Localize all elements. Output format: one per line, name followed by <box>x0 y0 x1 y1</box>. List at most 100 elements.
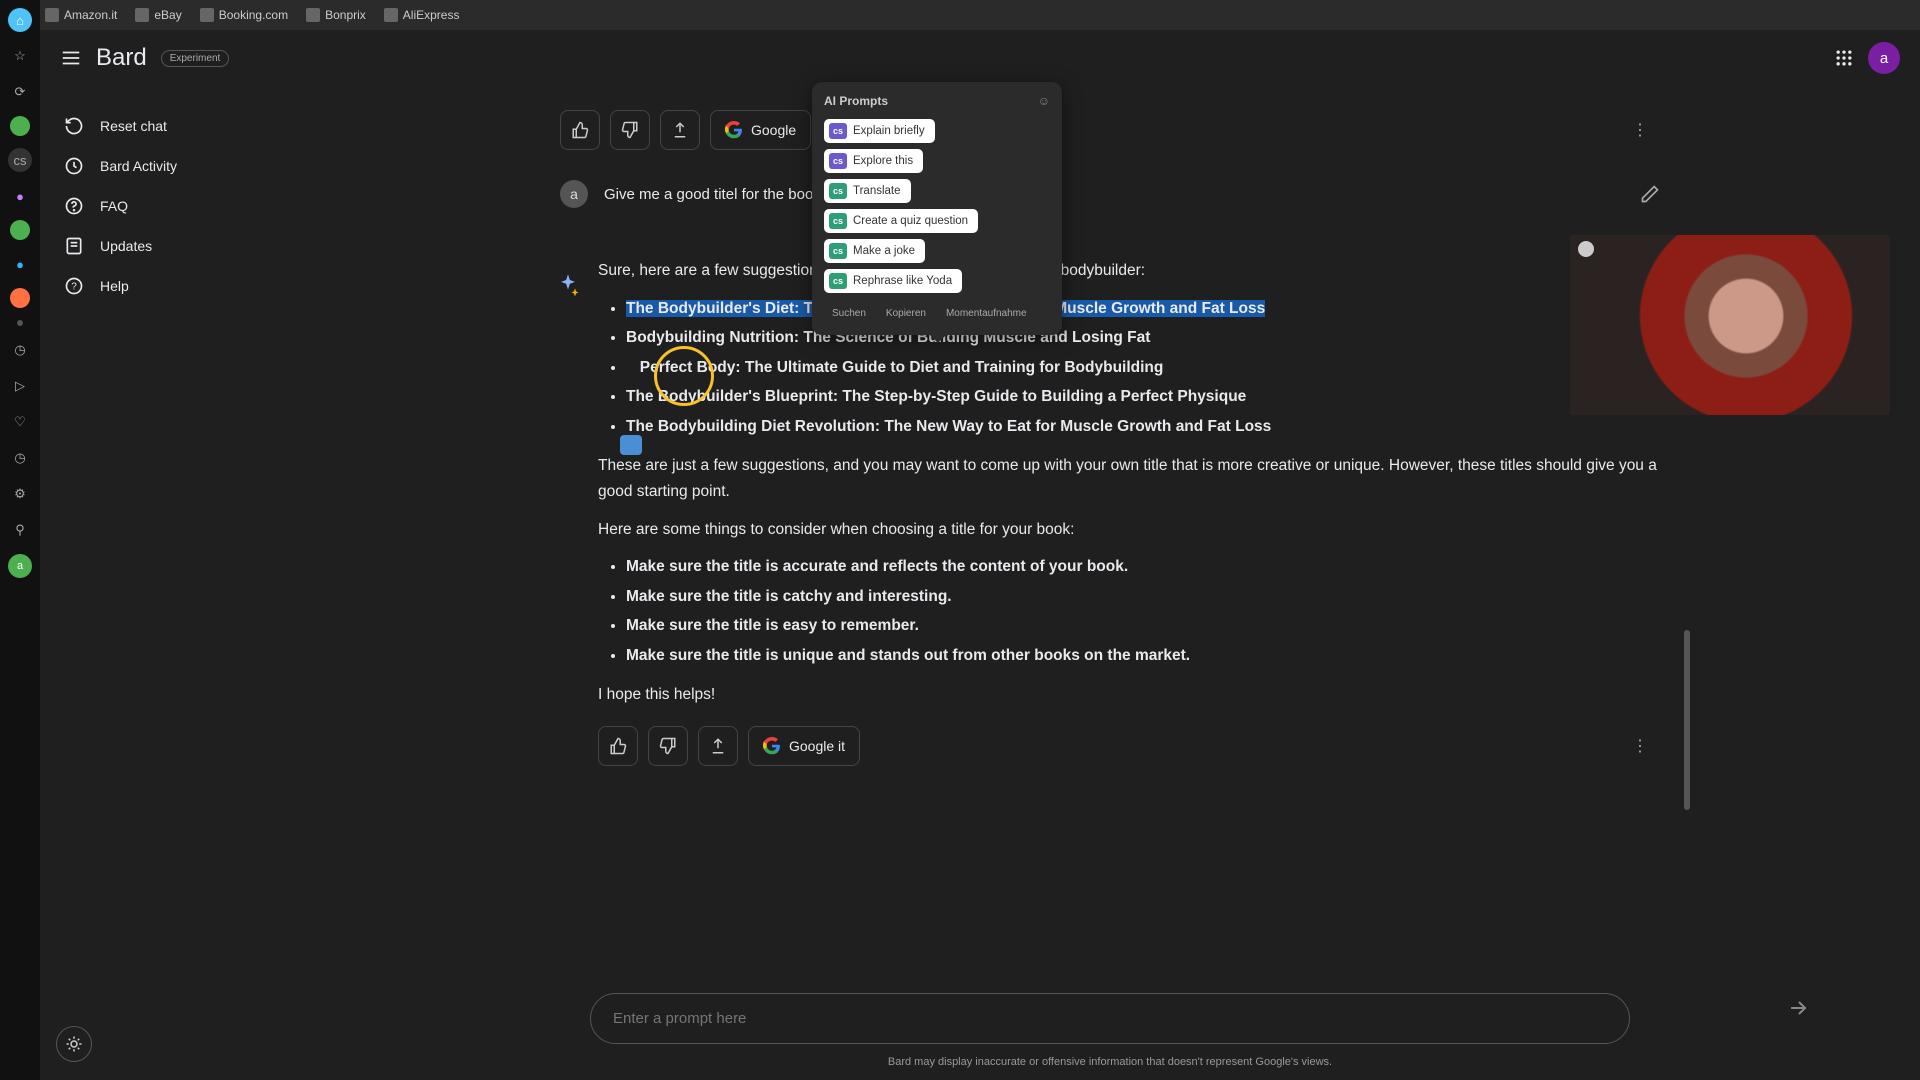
emoji-icon[interactable]: ☺ <box>1038 94 1050 108</box>
brand-name: Bard <box>96 44 147 72</box>
ai-prompt-item[interactable]: csRephrase like Yoda <box>824 269 962 293</box>
ai-prompt-item[interactable]: csExplore this <box>824 149 923 173</box>
experiment-badge: Experiment <box>161 50 230 67</box>
history-icon[interactable]: ◷ <box>8 446 32 470</box>
site-icon <box>45 8 59 22</box>
ai-prompt-footer-copy[interactable]: Kopieren <box>878 304 934 323</box>
prompt-input[interactable] <box>613 1010 1607 1027</box>
app-icon[interactable]: cs <box>8 148 32 172</box>
title-suggestions-list: The Bodybuilder's Diet: The Complete Gui… <box>626 296 1660 440</box>
ai-prompt-item[interactable]: csExplain briefly <box>824 119 935 143</box>
prompt-badge-icon: cs <box>829 243 847 259</box>
site-icon <box>306 8 320 22</box>
app-icon[interactable] <box>10 116 30 136</box>
sidebar-item-help[interactable]: ?Help <box>50 266 290 306</box>
prompt-badge-icon: cs <box>829 273 847 289</box>
google-logo-icon <box>725 121 743 139</box>
ai-prompt-item[interactable]: csCreate a quiz question <box>824 209 978 233</box>
prompt-badge-icon: cs <box>829 123 847 139</box>
site-icon <box>384 8 398 22</box>
clock-icon[interactable]: ◷ <box>8 338 32 362</box>
app-icon[interactable]: ● <box>8 252 32 276</box>
site-icon <box>135 8 149 22</box>
prompt-input-wrap[interactable] <box>590 993 1630 1044</box>
bookmarks-bar: Amazon.it eBay Booking.com Bonprix AliEx… <box>0 0 1920 30</box>
list-item: The Bodybuilder's Diet: The Complete Gui… <box>626 296 1660 322</box>
user-avatar: a <box>560 180 588 208</box>
star-icon[interactable]: ☆ <box>8 44 32 68</box>
user-avatar[interactable]: a <box>1868 42 1900 74</box>
bookmark-item[interactable]: Amazon.it <box>45 8 117 22</box>
history-icon[interactable]: ⟳ <box>8 80 32 104</box>
whatsapp-icon[interactable] <box>10 220 30 240</box>
help-icon: ? <box>64 276 84 296</box>
browser-sidebar: ⌂ ☆ ⟳ cs ● ● ◷ ▷ ♡ ◷ ⚙ ⚲ a <box>0 0 40 1080</box>
svg-text:?: ? <box>71 281 77 292</box>
ai-prompt-item[interactable]: csTranslate <box>824 179 911 203</box>
prompt-badge-icon: cs <box>829 183 847 199</box>
thumbs-up-button[interactable] <box>560 110 600 150</box>
prev-response-toolbar: Google ⋮ <box>540 96 1680 164</box>
prompt-badge-icon: cs <box>829 153 847 169</box>
webcam-indicator-icon <box>1578 241 1594 257</box>
nav-sidebar: Reset chat Bard Activity FAQ Updates ?He… <box>40 86 300 1080</box>
play-icon[interactable]: ▷ <box>8 374 32 398</box>
user-message-text: Give me a good titel for the boo <box>604 186 813 203</box>
theme-toggle-button[interactable] <box>56 1026 92 1062</box>
thumbs-up-button[interactable] <box>598 726 638 766</box>
send-icon[interactable] <box>1786 996 1810 1020</box>
list-item: Make sure the title is catchy and intere… <box>626 584 1660 610</box>
app-header: Bard Experiment a <box>40 30 1920 86</box>
bookmark-item[interactable]: Bonprix <box>306 8 366 22</box>
bookmark-item[interactable]: Booking.com <box>200 8 288 22</box>
share-button[interactable] <box>698 726 738 766</box>
google-it-button[interactable]: Google it <box>748 726 860 766</box>
sidebar-item-activity[interactable]: Bard Activity <box>50 146 290 186</box>
ai-prompt-footer-search[interactable]: Suchen <box>824 304 874 323</box>
lightbulb-icon[interactable]: ⚲ <box>8 518 32 542</box>
list-item: Make sure the title is accurate and refl… <box>626 554 1660 580</box>
paragraph: These are just a few suggestions, and yo… <box>598 453 1660 504</box>
apps-grid-icon[interactable] <box>1834 48 1854 68</box>
edit-icon[interactable] <box>1640 184 1660 204</box>
google-it-button[interactable]: Google <box>710 110 811 150</box>
reset-icon <box>64 116 84 136</box>
response-toolbar: Google it ⋮ <box>598 726 1660 766</box>
chat-area: Google ⋮ a Give me a good titel for the … <box>510 86 1710 1080</box>
ai-prompt-footer-snapshot[interactable]: Momentaufnahme <box>938 304 1035 323</box>
ai-prompts-title: AI Prompts <box>824 94 888 108</box>
webcam-video <box>1570 235 1890 415</box>
bard-sparkle-icon <box>554 272 582 300</box>
heart-icon[interactable]: ♡ <box>8 410 32 434</box>
response-card: View oth Sure, here are a few suggestion… <box>540 234 1680 788</box>
closing-text: I hope this helps! <box>598 682 1660 708</box>
sidebar-item-faq[interactable]: FAQ <box>50 186 290 226</box>
more-menu-button[interactable]: ⋮ <box>1620 120 1660 140</box>
bookmark-item[interactable]: AliExpress <box>384 8 460 22</box>
sidebar-item-reset[interactable]: Reset chat <box>50 106 290 146</box>
sidebar-item-updates[interactable]: Updates <box>50 226 290 266</box>
messenger-icon[interactable]: ● <box>8 184 32 208</box>
workspace-home-icon[interactable]: ⌂ <box>8 8 32 32</box>
thumbs-down-button[interactable] <box>610 110 650 150</box>
settings-icon[interactable]: ⚙ <box>8 482 32 506</box>
more-menu-button[interactable]: ⋮ <box>1620 736 1660 756</box>
bookmark-item[interactable]: eBay <box>135 8 181 22</box>
ai-prompt-item[interactable]: csMake a joke <box>824 239 925 263</box>
list-item: Bodybuilding Nutrition: The Science of B… <box>626 325 1660 351</box>
menu-icon[interactable] <box>60 47 82 69</box>
google-logo-icon <box>763 737 781 755</box>
webcam-overlay[interactable] <box>1570 235 1890 415</box>
activity-icon <box>64 156 84 176</box>
site-icon <box>200 8 214 22</box>
list-item: Make sure the title is easy to remember. <box>626 613 1660 639</box>
app-icon[interactable] <box>10 288 30 308</box>
share-button[interactable] <box>660 110 700 150</box>
faq-icon <box>64 196 84 216</box>
scrollbar[interactable] <box>1684 630 1690 810</box>
avatar-icon[interactable]: a <box>8 554 32 578</box>
annotation-marker <box>620 435 642 455</box>
thumbs-down-button[interactable] <box>648 726 688 766</box>
updates-icon <box>64 236 84 256</box>
list-item: T Perfect Body: The Ultimate Guide to Di… <box>626 355 1660 381</box>
